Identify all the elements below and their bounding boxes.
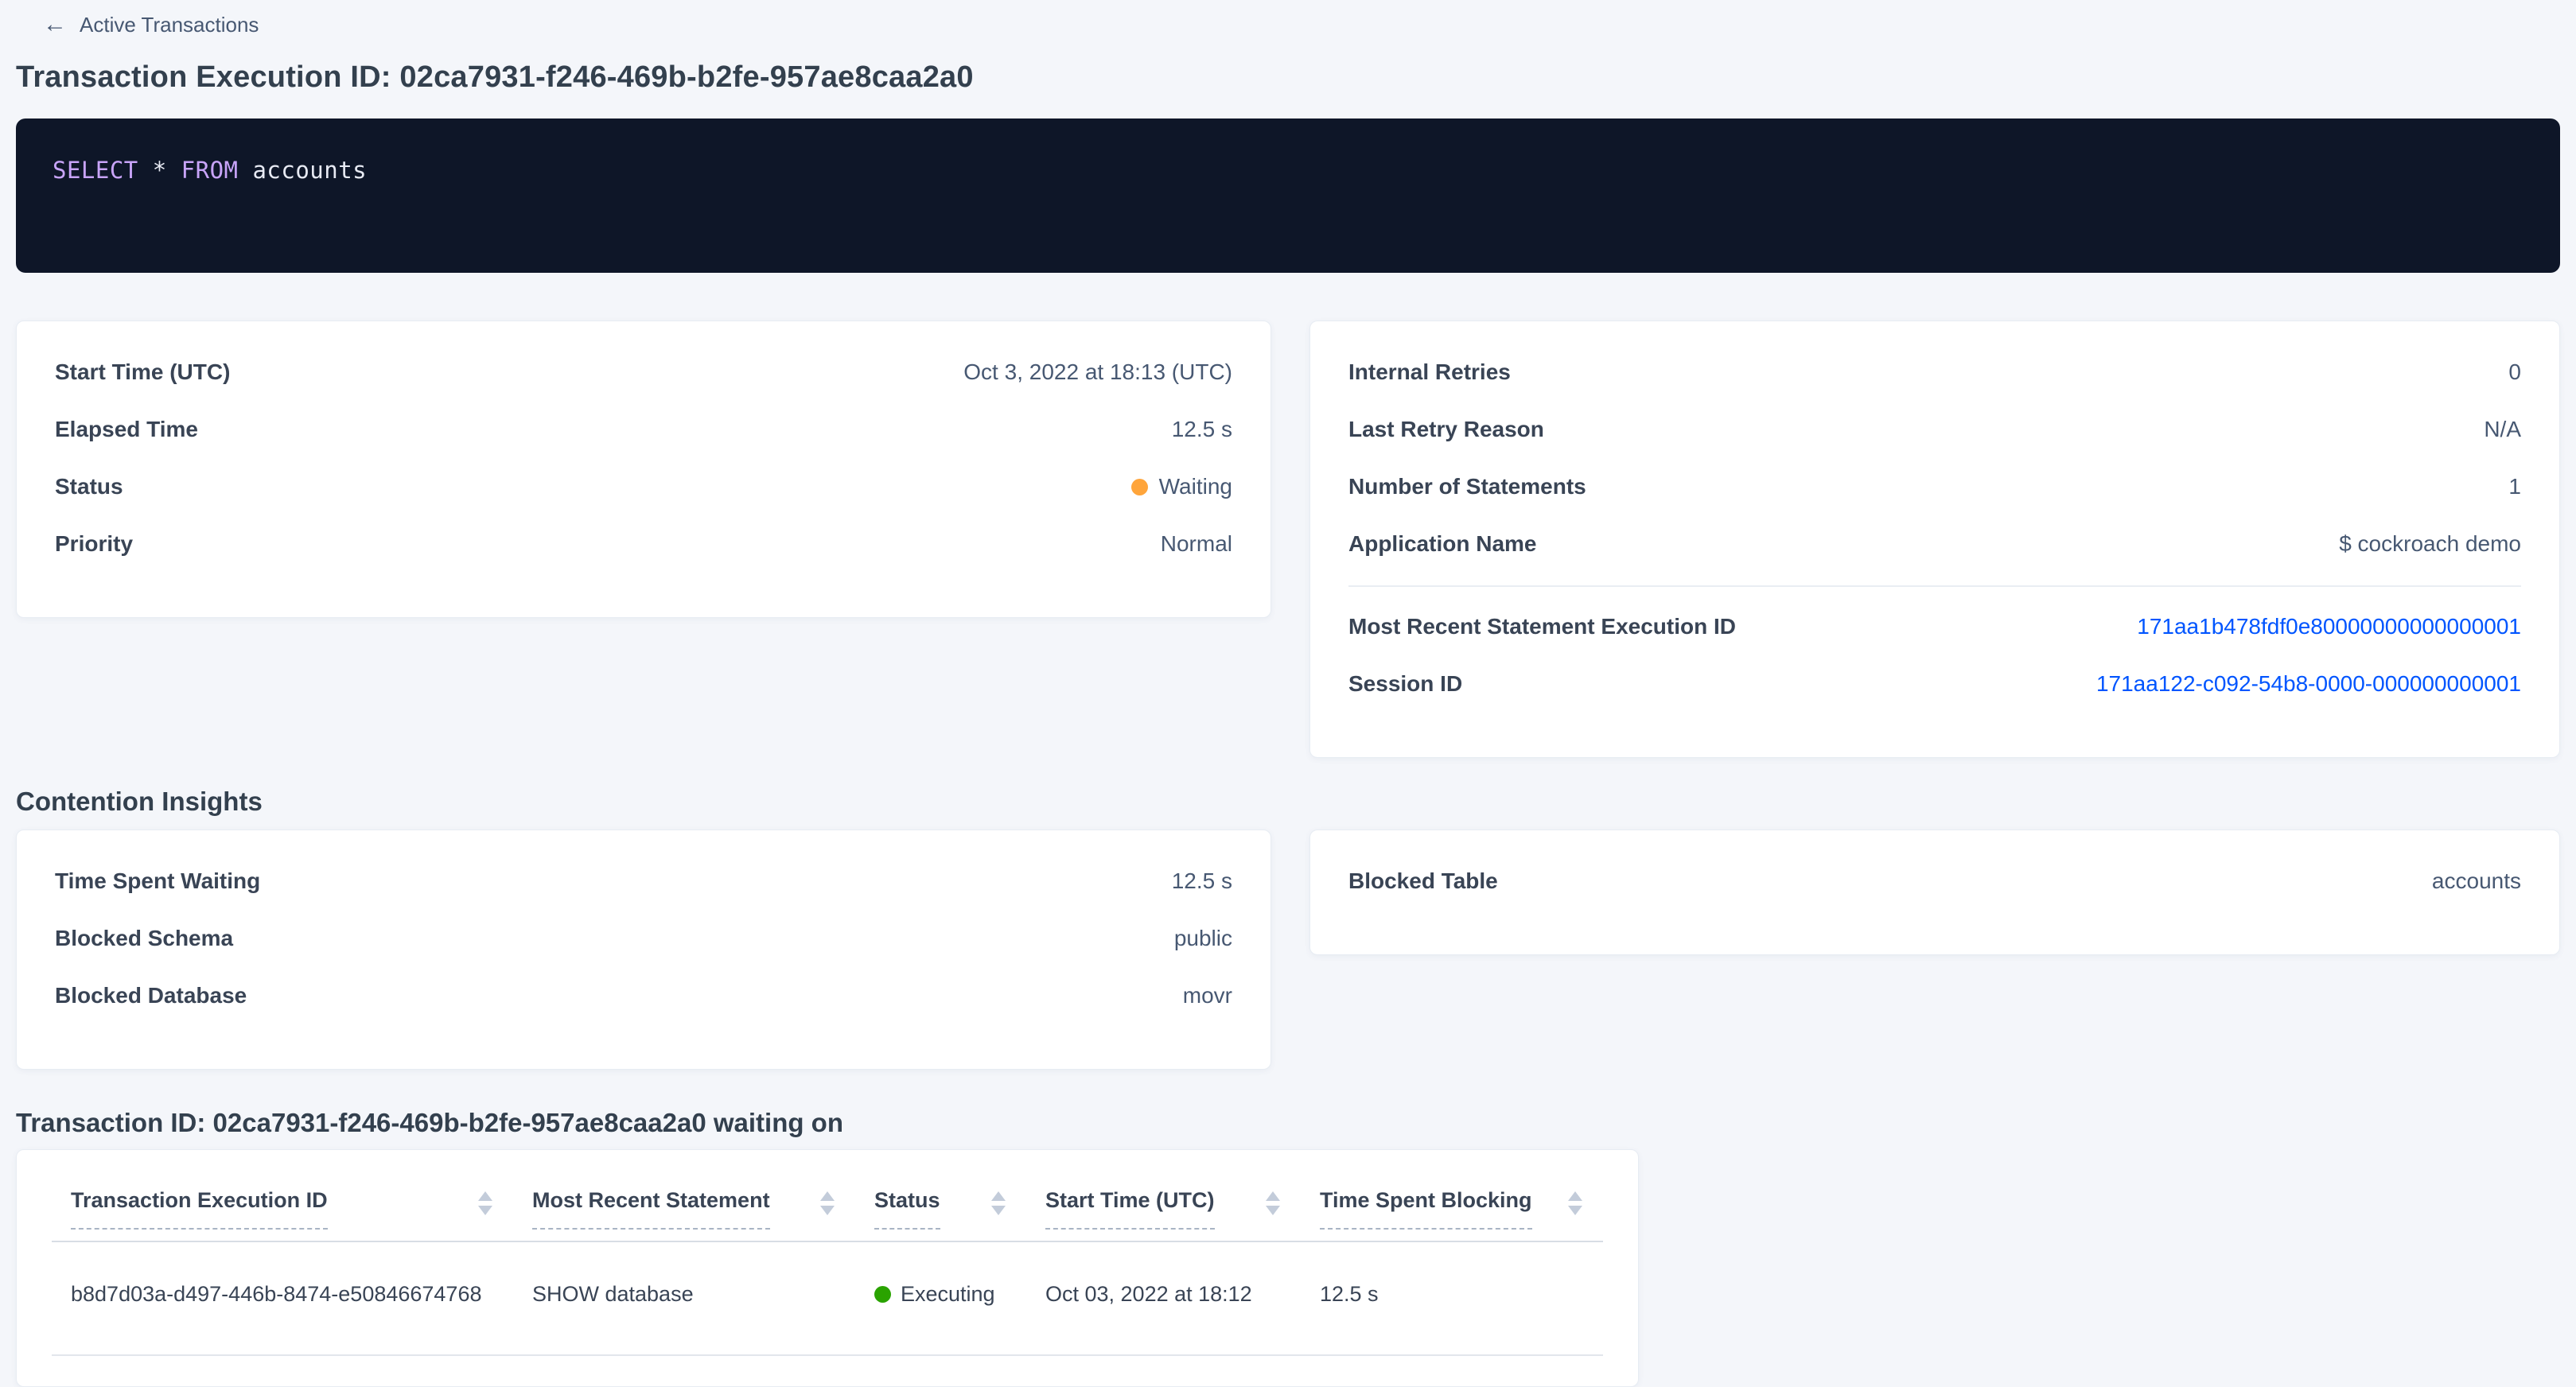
- contention-details-card: Time Spent Waiting 12.5 s Blocked Schema…: [16, 829, 1271, 1070]
- blocked-database-label: Blocked Database: [55, 983, 247, 1008]
- transaction-summary-card: Start Time (UTC) Oct 3, 2022 at 18:13 (U…: [16, 321, 1271, 618]
- column-header-label: Start Time (UTC): [1045, 1187, 1215, 1230]
- column-header-start-time[interactable]: Start Time (UTC): [1026, 1187, 1301, 1230]
- priority-value: Normal: [1161, 531, 1232, 557]
- last-retry-reason-value: N/A: [2484, 417, 2521, 442]
- summary-row-status: Status Waiting: [55, 458, 1232, 515]
- elapsed-time-label: Elapsed Time: [55, 417, 198, 442]
- breadcrumb-label: Active Transactions: [80, 13, 259, 37]
- last-retry-reason-label: Last Retry Reason: [1348, 417, 1544, 442]
- summary-row-time-spent-waiting: Time Spent Waiting 12.5 s: [55, 853, 1232, 910]
- cell-time-spent-blocking: 12.5 s: [1301, 1282, 1603, 1307]
- summary-row-blocked-schema: Blocked Schema public: [55, 910, 1232, 967]
- column-header-label: Transaction Execution ID: [71, 1187, 328, 1230]
- status-text: Executing: [901, 1282, 995, 1307]
- sql-keyword: FROM: [181, 157, 239, 184]
- summary-row-session-id: Session ID 171aa122-c092-54b8-0000-00000…: [1348, 655, 2521, 713]
- sort-icon: [820, 1191, 835, 1215]
- cell-transaction-execution-id: b8d7d03a-d497-446b-8474-e50846674768: [52, 1282, 513, 1307]
- summary-row-internal-retries: Internal Retries 0: [1348, 344, 2521, 401]
- column-header-label: Most Recent Statement: [532, 1187, 770, 1230]
- execution-attributes-card: Internal Retries 0 Last Retry Reason N/A…: [1309, 321, 2560, 758]
- internal-retries-value: 0: [2508, 359, 2521, 385]
- card-divider: [1348, 585, 2521, 587]
- sql-text: *: [138, 157, 181, 184]
- blocked-table-card: Blocked Table accounts: [1309, 829, 2560, 955]
- status-value: Waiting: [1131, 474, 1232, 499]
- sql-keyword: SELECT: [53, 157, 138, 184]
- internal-retries-label: Internal Retries: [1348, 359, 1511, 385]
- column-header-label: Time Spent Blocking: [1320, 1187, 1532, 1230]
- start-time-value: Oct 3, 2022 at 18:13 (UTC): [963, 359, 1232, 385]
- time-spent-waiting-label: Time Spent Waiting: [55, 868, 260, 894]
- table-header-row: Transaction Execution ID Most Recent Sta…: [52, 1150, 1603, 1230]
- status-label: Status: [55, 474, 123, 499]
- breadcrumb-active-transactions[interactable]: ← Active Transactions: [43, 11, 2560, 38]
- status-waiting-dot-icon: [1131, 479, 1148, 495]
- column-header-time-spent-blocking[interactable]: Time Spent Blocking: [1301, 1187, 1603, 1230]
- summary-row-priority: Priority Normal: [55, 515, 1232, 573]
- column-header-transaction-execution-id[interactable]: Transaction Execution ID: [52, 1187, 513, 1230]
- summary-row-number-of-statements: Number of Statements 1: [1348, 458, 2521, 515]
- priority-label: Priority: [55, 531, 133, 557]
- session-id-link[interactable]: 171aa122-c092-54b8-0000-000000000001: [2096, 671, 2521, 697]
- application-name-label: Application Name: [1348, 531, 1536, 557]
- arrow-left-icon: ←: [43, 13, 67, 37]
- column-header-status[interactable]: Status: [855, 1187, 1026, 1230]
- cell-start-time: Oct 03, 2022 at 18:12: [1026, 1282, 1301, 1307]
- contention-insights-heading: Contention Insights: [16, 787, 2560, 817]
- sql-statement-box: SELECT * FROM accounts: [16, 118, 2560, 273]
- status-text: Waiting: [1159, 474, 1232, 499]
- elapsed-time-value: 12.5 s: [1172, 417, 1232, 442]
- status-executing-dot-icon: [874, 1286, 891, 1303]
- time-spent-waiting-value: 12.5 s: [1172, 868, 1232, 894]
- blocked-schema-value: public: [1174, 926, 1232, 951]
- number-of-statements-label: Number of Statements: [1348, 474, 1586, 499]
- start-time-label: Start Time (UTC): [55, 359, 230, 385]
- table-bottom-padding: [52, 1356, 1603, 1386]
- page-title: Transaction Execution ID: 02ca7931-f246-…: [16, 60, 2560, 95]
- summary-cards-row: Start Time (UTC) Oct 3, 2022 at 18:13 (U…: [16, 321, 2560, 758]
- blocked-table-value: accounts: [2432, 868, 2521, 894]
- summary-row-blocked-table: Blocked Table accounts: [1348, 853, 2521, 910]
- session-id-label: Session ID: [1348, 671, 1462, 697]
- sort-icon: [478, 1191, 492, 1215]
- summary-row-statement-execution-id: Most Recent Statement Execution ID 171aa…: [1348, 598, 2521, 655]
- summary-row-blocked-database: Blocked Database movr: [55, 967, 1232, 1024]
- summary-row-last-retry-reason: Last Retry Reason N/A: [1348, 401, 2521, 458]
- summary-row-elapsed-time: Elapsed Time 12.5 s: [55, 401, 1232, 458]
- summary-row-application-name: Application Name $ cockroach demo: [1348, 515, 2521, 573]
- waiting-on-table: Transaction Execution ID Most Recent Sta…: [16, 1149, 1639, 1387]
- application-name-value: $ cockroach demo: [2339, 531, 2521, 557]
- summary-row-start-time: Start Time (UTC) Oct 3, 2022 at 18:13 (U…: [55, 344, 1232, 401]
- table-row: b8d7d03a-d497-446b-8474-e50846674768 SHO…: [52, 1242, 1603, 1354]
- column-header-label: Status: [874, 1187, 940, 1230]
- sql-table-name: accounts: [239, 157, 368, 184]
- column-header-most-recent-statement[interactable]: Most Recent Statement: [513, 1187, 855, 1230]
- number-of-statements-value: 1: [2508, 474, 2521, 499]
- sort-icon: [991, 1191, 1006, 1215]
- contention-cards-row: Time Spent Waiting 12.5 s Blocked Schema…: [16, 829, 2560, 1070]
- statement-execution-id-label: Most Recent Statement Execution ID: [1348, 614, 1736, 639]
- statement-execution-id-link[interactable]: 171aa1b478fdf0e80000000000000001: [2137, 614, 2521, 639]
- sort-icon: [1266, 1191, 1280, 1215]
- sort-icon: [1568, 1191, 1582, 1215]
- blocked-table-label: Blocked Table: [1348, 868, 1498, 894]
- cell-most-recent-statement: SHOW database: [513, 1282, 855, 1307]
- blocked-database-value: movr: [1183, 983, 1232, 1008]
- blocked-schema-label: Blocked Schema: [55, 926, 233, 951]
- waiting-on-heading: Transaction ID: 02ca7931-f246-469b-b2fe-…: [16, 1108, 2560, 1138]
- transaction-details-page: ← Active Transactions Transaction Execut…: [0, 0, 2576, 1387]
- cell-status: Executing: [855, 1282, 1026, 1307]
